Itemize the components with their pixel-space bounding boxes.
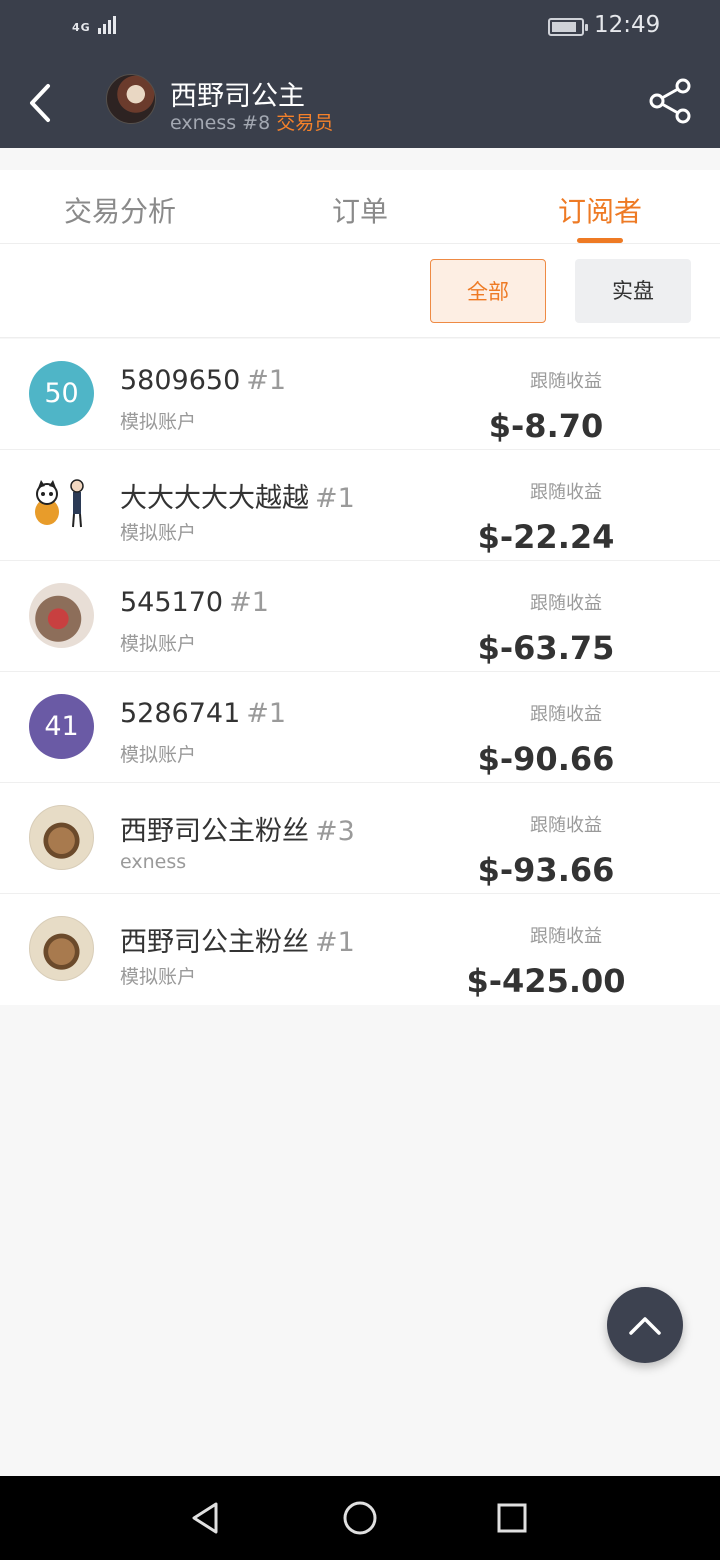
avatar: 41 — [29, 694, 94, 759]
pnl-label: 跟随收益 — [530, 371, 602, 392]
scroll-top-button[interactable] — [607, 1287, 683, 1363]
battery-icon — [548, 18, 588, 36]
cartoon-avatar-icon — [35, 479, 84, 528]
nav-recent-button[interactable] — [492, 1498, 532, 1538]
avatar — [29, 583, 94, 648]
tab-bar: 交易分析 订单 订阅者 — [0, 170, 720, 244]
pnl-value: $-22.24 — [477, 518, 615, 556]
trader-avatar[interactable] — [106, 74, 156, 124]
account-type: 模拟账户 — [120, 522, 197, 544]
filter-real-button[interactable]: 实盘 — [575, 259, 691, 323]
tab-subscribers[interactable]: 订阅者 — [500, 190, 700, 230]
subscriber-name: 西野司公主粉丝 #1 — [120, 927, 355, 958]
account-type: 模拟账户 — [120, 411, 197, 433]
subscriber-name: 西野司公主粉丝 #3 — [120, 816, 355, 847]
subscriber-name: 5809650 #1 — [120, 365, 287, 396]
account-type: 模拟账户 — [120, 966, 197, 988]
chevron-up-icon — [629, 1317, 661, 1335]
trader-role: 交易员 — [276, 112, 334, 134]
triangle-back-icon — [192, 1502, 218, 1534]
avatar — [29, 916, 94, 981]
account-type: 模拟账户 — [120, 744, 197, 766]
pnl-label: 跟随收益 — [530, 815, 602, 836]
nav-home-button[interactable] — [340, 1498, 380, 1538]
share-icon — [649, 78, 691, 124]
account-type: exness — [120, 851, 187, 873]
list-item[interactable]: 西野司公主粉丝 #1 模拟账户 跟随收益 $-425.00 — [0, 894, 720, 1005]
list-item[interactable]: 50 5809650 #1 模拟账户 跟随收益 $-8.70 — [0, 339, 720, 450]
status-bar: 4G 12:49 — [0, 0, 720, 56]
system-nav-bar — [0, 1476, 720, 1560]
trader-subtitle: exness #8 交易员 — [170, 108, 333, 135]
subscriber-list: 50 5809650 #1 模拟账户 跟随收益 $-8.70 大大大大大越越 #1 … — [0, 339, 720, 1005]
list-item[interactable]: 545170 #1 模拟账户 跟随收益 $-63.75 — [0, 561, 720, 672]
pnl-label: 跟随收益 — [530, 704, 602, 725]
avatar — [29, 472, 94, 537]
filter-row: 全部 实盘 — [0, 244, 720, 338]
signal-icon: 4G — [72, 16, 116, 34]
trader-account: exness #8 — [170, 112, 271, 134]
pnl-label: 跟随收益 — [530, 926, 602, 947]
account-type: 模拟账户 — [120, 633, 197, 655]
square-recent-icon — [497, 1503, 527, 1533]
pnl-value: $-90.66 — [477, 740, 615, 778]
pnl-label: 跟随收益 — [530, 482, 602, 503]
pnl-value: $-63.75 — [477, 629, 615, 667]
tab-orders[interactable]: 订单 — [260, 190, 460, 230]
pnl-value: $-425.00 — [466, 962, 626, 1000]
avatar — [29, 805, 94, 870]
pnl-value: $-8.70 — [488, 407, 604, 445]
list-item[interactable]: 41 5286741 #1 模拟账户 跟随收益 $-90.66 — [0, 672, 720, 783]
share-button[interactable] — [646, 76, 696, 126]
subscriber-name: 大大大大大越越 #1 — [120, 483, 355, 514]
pnl-value: $-93.66 — [477, 851, 615, 889]
avatar: 50 — [29, 361, 94, 426]
list-item[interactable]: 西野司公主粉丝 #3 exness 跟随收益 $-93.66 — [0, 783, 720, 894]
subscriber-name: 5286741 #1 — [120, 698, 287, 729]
filter-all-button[interactable]: 全部 — [430, 259, 546, 323]
tab-trade-analysis[interactable]: 交易分析 — [20, 190, 220, 230]
circle-home-icon — [343, 1501, 377, 1535]
subscriber-name: 545170 #1 — [120, 587, 269, 618]
active-tab-indicator — [577, 238, 623, 243]
pnl-label: 跟随收益 — [530, 593, 602, 614]
nav-back-button[interactable] — [186, 1498, 226, 1538]
app-header: 西野司公主 exness #8 交易员 — [0, 56, 720, 148]
status-time: 12:49 — [594, 12, 661, 38]
list-item[interactable]: 大大大大大越越 #1 模拟账户 跟随收益 $-22.24 — [0, 450, 720, 561]
chevron-left-icon — [30, 84, 50, 122]
back-button[interactable] — [18, 78, 64, 128]
